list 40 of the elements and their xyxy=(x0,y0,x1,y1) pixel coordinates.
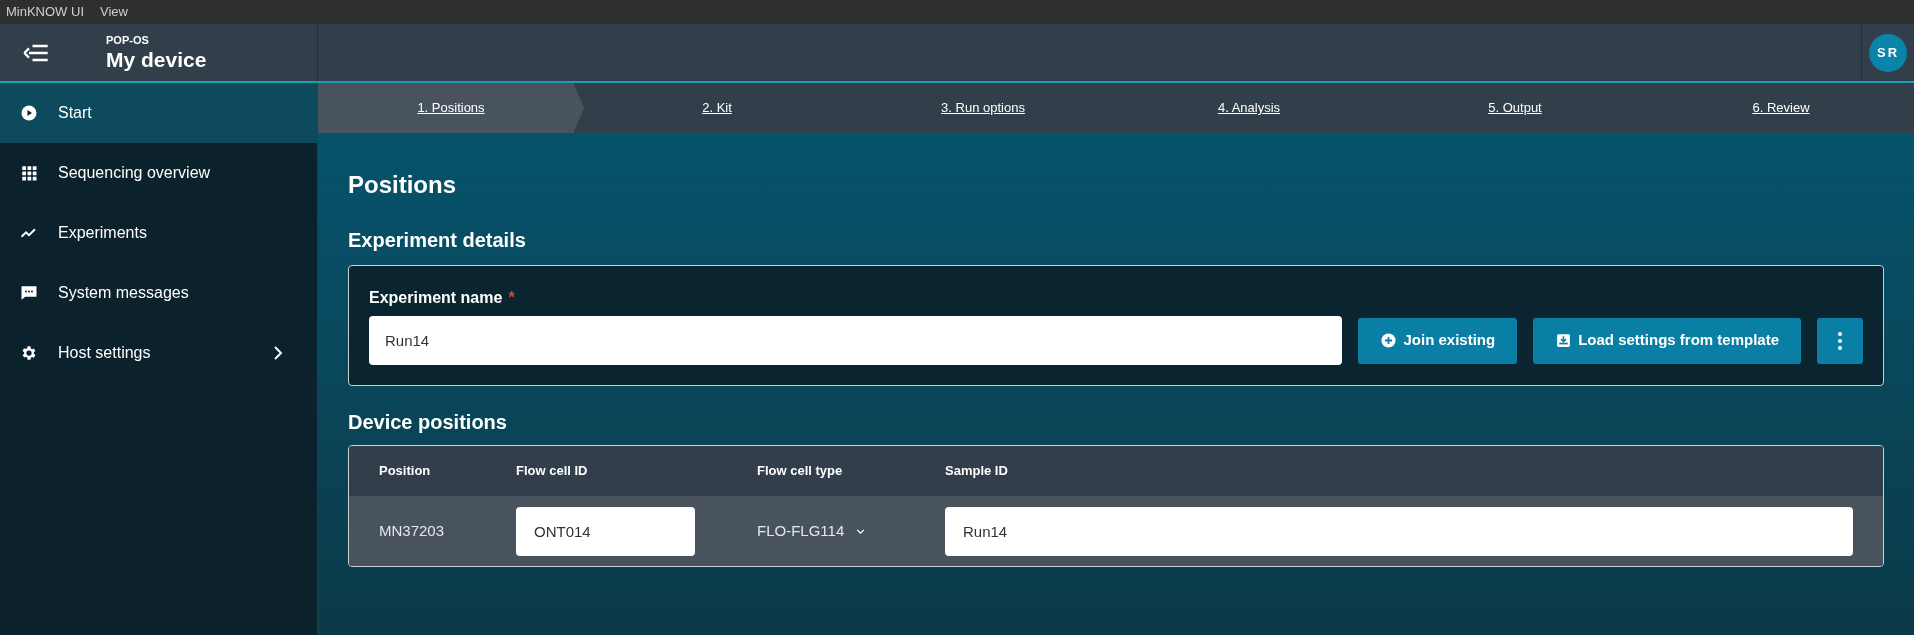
step-tab[interactable]: 4. Analysis xyxy=(1116,83,1382,133)
step-tab[interactable]: 5. Output xyxy=(1382,83,1648,133)
experiment-name-field[interactable]: Run14 xyxy=(369,316,1343,365)
step-tab[interactable]: 2. Kit xyxy=(584,83,850,133)
required-mark: * xyxy=(508,288,515,308)
column-header: Flow cell ID xyxy=(516,462,589,481)
plus-circle-icon xyxy=(1380,332,1398,349)
more-vertical-icon xyxy=(1838,331,1842,350)
action-button[interactable]: Load settings from template xyxy=(1533,317,1801,364)
user-avatar[interactable]: SR xyxy=(1869,33,1907,72)
step-tab[interactable]: 1. Positions xyxy=(318,83,584,133)
section-heading: Device positions xyxy=(348,410,508,435)
field-label: Experiment name xyxy=(369,288,503,308)
sidebar-item[interactable]: Host settings xyxy=(0,323,317,383)
grid-icon xyxy=(20,164,38,182)
sidebar-item[interactable]: Sequencing overview xyxy=(0,143,317,203)
host-name: POP-OS xyxy=(106,32,150,47)
sidebar-item[interactable]: Experiments xyxy=(0,203,317,263)
menu-item[interactable]: MinKNOW UI xyxy=(6,2,84,22)
page-title: Positions xyxy=(348,170,457,200)
more-options-button[interactable] xyxy=(1817,317,1863,364)
step-tab[interactable]: 6. Review xyxy=(1648,83,1914,133)
settings-icon xyxy=(20,344,38,362)
device-title: My device xyxy=(106,46,207,73)
flow-cell-id-field[interactable]: ONT014 xyxy=(516,506,695,556)
sidebar-item[interactable]: System messages xyxy=(0,263,317,323)
menu-item[interactable]: View xyxy=(100,2,128,22)
sample-id-field[interactable]: Run14 xyxy=(945,506,1853,556)
flow-cell-type-dropdown[interactable]: FLO-FLG114 xyxy=(757,519,868,543)
step-tab[interactable]: 3. Run options xyxy=(850,83,1116,133)
column-header: Flow cell type xyxy=(757,462,844,481)
chat-icon xyxy=(20,284,38,302)
table-cell-text: MN37203 xyxy=(379,520,446,541)
play-icon xyxy=(20,104,38,122)
download-icon xyxy=(1555,332,1573,349)
sidebar-item[interactable]: Start xyxy=(0,83,317,143)
column-header: Sample ID xyxy=(945,462,1009,481)
action-button[interactable]: Join existing xyxy=(1358,317,1518,364)
section-heading: Experiment details xyxy=(348,228,527,253)
column-header: Position xyxy=(379,462,432,481)
